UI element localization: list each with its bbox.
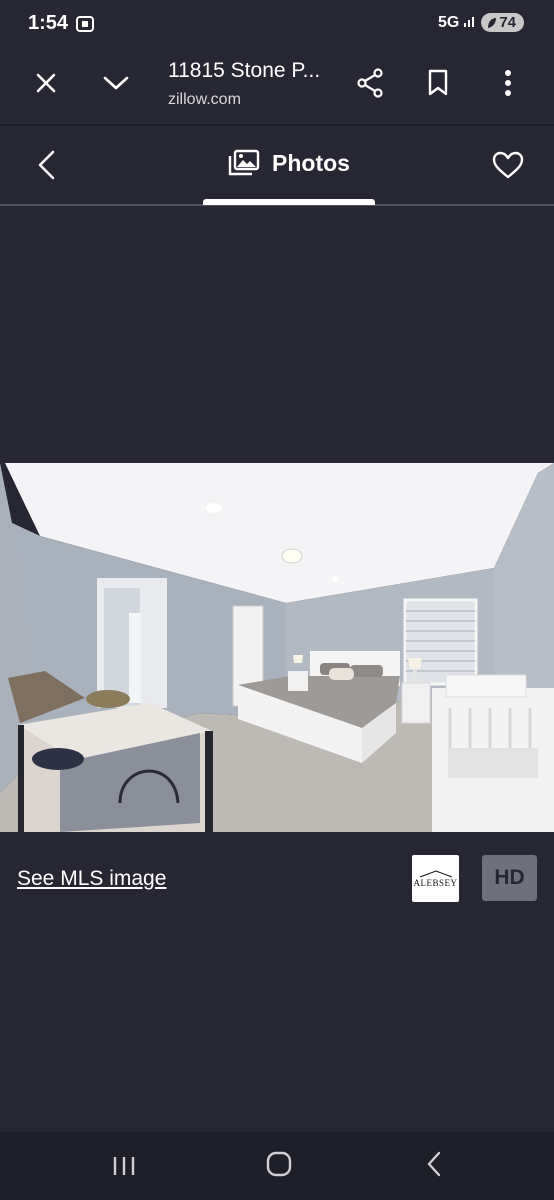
network-label: 5G	[437, 13, 460, 31]
share-button[interactable]	[350, 63, 390, 103]
back-button[interactable]	[26, 145, 66, 185]
status-time: 1:54	[28, 12, 69, 34]
house-roof-icon	[419, 869, 452, 877]
logo-text: ALEBSEY	[413, 877, 458, 888]
home-button[interactable]	[259, 1144, 299, 1184]
photos-label: Photos	[272, 149, 350, 176]
signal-icon	[463, 13, 477, 32]
brokerage-logo: ALEBSEY	[412, 855, 459, 902]
status-right: 5G 74	[438, 13, 524, 32]
bookmark-button[interactable]	[418, 63, 458, 103]
tab-active-indicator	[203, 199, 375, 205]
heart-icon	[492, 151, 524, 179]
bedroom-photo	[0, 463, 554, 832]
close-button[interactable]	[26, 63, 66, 103]
photos-icon	[228, 149, 260, 176]
photos-title: Photos	[228, 149, 350, 177]
listing-photo[interactable]	[0, 463, 554, 832]
page-domain[interactable]: zillow.com	[168, 91, 241, 109]
chevron-down-icon	[103, 76, 129, 90]
back-arrow-icon	[38, 150, 55, 180]
leaf-icon	[488, 17, 497, 28]
dropdown-button[interactable]	[96, 63, 136, 103]
bookmark-icon	[428, 69, 448, 96]
home-icon	[266, 1151, 292, 1177]
screenshot-icon	[76, 15, 94, 33]
status-bar: 1:54 5G 74	[0, 0, 554, 50]
battery-indicator: 74	[481, 13, 524, 32]
more-vert-icon	[505, 70, 511, 96]
recent-apps-icon	[113, 1157, 135, 1175]
see-mls-image-link[interactable]: See MLS image	[17, 867, 166, 891]
favorite-button[interactable]	[488, 145, 528, 185]
back-icon	[427, 1151, 441, 1177]
close-icon	[36, 73, 56, 93]
share-icon	[357, 68, 383, 98]
system-back-button[interactable]	[414, 1144, 454, 1184]
battery-level: 74	[499, 14, 516, 31]
hd-button[interactable]: HD	[482, 855, 537, 901]
page-title[interactable]: 11815 Stone P...	[168, 59, 320, 83]
recent-apps-button[interactable]	[104, 1146, 144, 1186]
more-button[interactable]	[488, 63, 528, 103]
